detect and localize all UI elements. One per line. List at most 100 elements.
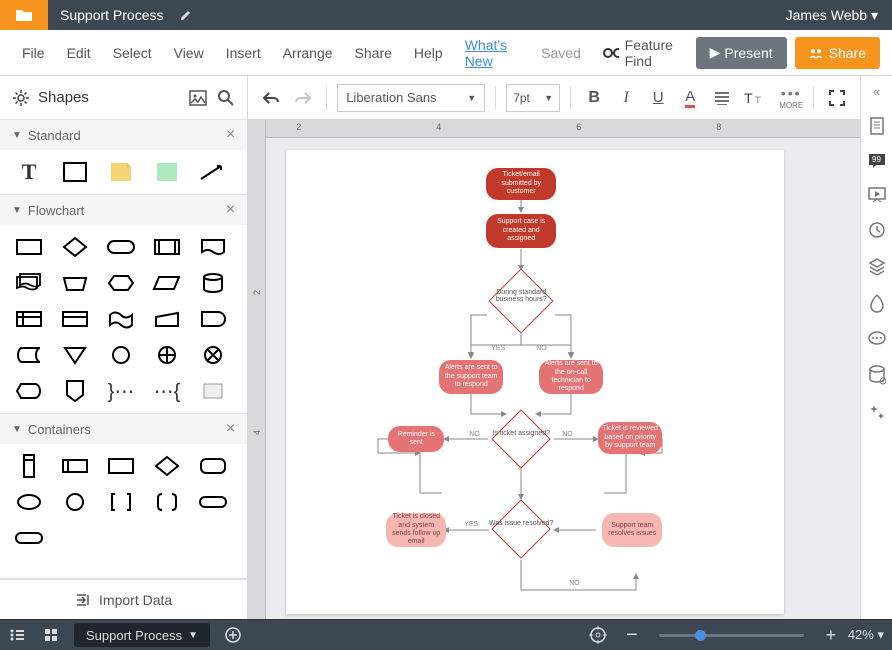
- shape-display[interactable]: [14, 379, 44, 403]
- page-canvas[interactable]: Ticket/email submitted by customer Suppo…: [286, 150, 784, 614]
- close-icon[interactable]: ×: [226, 420, 235, 438]
- container-bracket1[interactable]: [106, 490, 136, 514]
- container-pill2[interactable]: [14, 526, 44, 550]
- data-icon[interactable]: [868, 365, 886, 385]
- shape-block[interactable]: [60, 160, 90, 184]
- shape-document[interactable]: [198, 235, 228, 259]
- zoom-in-icon[interactable]: +: [814, 625, 848, 646]
- comment-icon[interactable]: 99: [868, 153, 886, 169]
- shape-decision[interactable]: [60, 235, 90, 259]
- more-button[interactable]: •••MORE: [779, 85, 803, 110]
- section-standard[interactable]: ▼ Standard ×: [0, 120, 247, 150]
- present-button[interactable]: ▶ Present: [696, 37, 787, 69]
- shape-note-green[interactable]: [152, 160, 182, 184]
- menu-select[interactable]: Select: [113, 45, 152, 61]
- container-rect[interactable]: [106, 454, 136, 478]
- shape-brace-r[interactable]: }⋯: [106, 379, 136, 403]
- section-containers[interactable]: ▼ Containers ×: [0, 414, 247, 444]
- size-select[interactable]: 7pt▼: [506, 84, 560, 112]
- pencil-icon[interactable]: [180, 9, 192, 21]
- target-icon[interactable]: [581, 626, 615, 644]
- history-icon[interactable]: [868, 221, 886, 239]
- shape-process[interactable]: [14, 235, 44, 259]
- share-button[interactable]: Share: [795, 37, 880, 69]
- shape-merge[interactable]: [60, 343, 90, 367]
- shape-terminator[interactable]: [106, 235, 136, 259]
- font-select[interactable]: Liberation Sans▼: [337, 84, 485, 112]
- shape-arrow[interactable]: [198, 160, 228, 184]
- fullscreen-icon[interactable]: [824, 85, 850, 111]
- shape-internal[interactable]: [14, 307, 44, 331]
- paint-icon[interactable]: [869, 293, 885, 313]
- flow-node[interactable]: Alerts are sent to the support team to r…: [439, 360, 503, 394]
- menu-help[interactable]: Help: [414, 45, 443, 61]
- shape-predef[interactable]: [152, 235, 182, 259]
- document-title[interactable]: Support Process: [48, 7, 176, 23]
- shape-offpage[interactable]: [60, 379, 90, 403]
- close-icon[interactable]: ×: [226, 126, 235, 144]
- shape-brace-l[interactable]: ⋯{: [152, 379, 182, 403]
- menu-whatsnew[interactable]: What's New: [465, 37, 519, 69]
- text-color-icon[interactable]: A: [677, 85, 703, 111]
- shape-storeddata[interactable]: [14, 343, 44, 367]
- flow-node[interactable]: Ticket is closed and system sends follow…: [386, 513, 446, 547]
- menu-insert[interactable]: Insert: [226, 45, 261, 61]
- import-data-button[interactable]: Import Data: [0, 579, 247, 619]
- folder-icon[interactable]: [0, 0, 48, 30]
- flow-node[interactable]: Reminder is sent: [388, 426, 444, 452]
- shape-note-box[interactable]: [198, 379, 228, 403]
- shape-sum[interactable]: [198, 343, 228, 367]
- close-icon[interactable]: ×: [226, 201, 235, 219]
- menu-edit[interactable]: Edit: [67, 45, 91, 61]
- shape-card[interactable]: [60, 307, 90, 331]
- shape-or[interactable]: [152, 343, 182, 367]
- container-diamond[interactable]: [152, 454, 182, 478]
- bold-icon[interactable]: B: [581, 85, 607, 111]
- layers-icon[interactable]: [868, 257, 886, 275]
- shape-connector[interactable]: [106, 343, 136, 367]
- shape-delay[interactable]: [198, 307, 228, 331]
- shape-manualinput[interactable]: [152, 307, 182, 331]
- menu-arrange[interactable]: Arrange: [283, 45, 333, 61]
- container-bracket2[interactable]: [152, 490, 182, 514]
- container-circle[interactable]: [60, 490, 90, 514]
- zoom-slider[interactable]: [659, 634, 804, 637]
- image-icon[interactable]: [189, 90, 207, 106]
- flow-node[interactable]: Alerts are sent to the on-call technicia…: [539, 360, 603, 394]
- grid-view-icon[interactable]: [34, 628, 68, 642]
- shape-hexagon[interactable]: [106, 271, 136, 295]
- present-icon[interactable]: [868, 187, 886, 203]
- redo-icon[interactable]: [290, 85, 316, 111]
- flow-node[interactable]: Ticket is reviewed based on priority by …: [598, 422, 662, 454]
- shape-tape[interactable]: [106, 307, 136, 331]
- menu-share[interactable]: Share: [355, 45, 392, 61]
- add-page-icon[interactable]: [216, 626, 250, 644]
- shape-note-yellow[interactable]: [106, 160, 136, 184]
- italic-icon[interactable]: I: [613, 85, 639, 111]
- shape-multidoc[interactable]: [14, 271, 44, 295]
- sparkle-icon[interactable]: [868, 403, 886, 421]
- canvas[interactable]: 2 4 2 4 6 8: [248, 120, 860, 619]
- underline-icon[interactable]: U: [645, 85, 671, 111]
- container-rr[interactable]: [198, 454, 228, 478]
- text-case-icon[interactable]: T⊤: [741, 85, 767, 111]
- align-icon[interactable]: [709, 85, 735, 111]
- shape-database[interactable]: [198, 271, 228, 295]
- flow-node[interactable]: Support team resolves issues: [602, 513, 662, 547]
- zoom-out-icon[interactable]: −: [615, 624, 649, 647]
- container-pill[interactable]: [198, 490, 228, 514]
- menu-file[interactable]: File: [22, 45, 45, 61]
- container-ellipse[interactable]: [14, 490, 44, 514]
- chat-icon[interactable]: [868, 331, 886, 347]
- zoom-level[interactable]: 42% ▾: [848, 627, 884, 643]
- page-icon[interactable]: [869, 117, 885, 135]
- undo-icon[interactable]: [258, 85, 284, 111]
- section-flowchart[interactable]: ▼ Flowchart ×: [0, 195, 247, 225]
- flow-node[interactable]: Support case is created and assigned: [486, 214, 556, 248]
- shape-data[interactable]: [152, 271, 182, 295]
- page-tab[interactable]: Support Process ▼: [74, 623, 210, 647]
- container-lane-h[interactable]: [60, 454, 90, 478]
- collapse-icon[interactable]: «: [873, 84, 880, 99]
- flow-node[interactable]: Ticket/email submitted by customer: [486, 168, 556, 200]
- shape-text[interactable]: T: [14, 160, 44, 184]
